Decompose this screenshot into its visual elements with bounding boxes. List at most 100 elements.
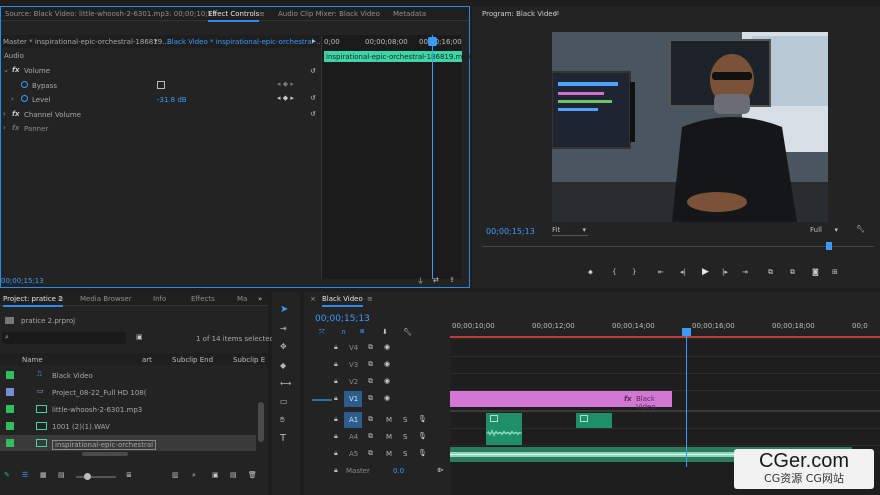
more-panels-icon[interactable]: » (258, 295, 262, 303)
list-view-icon[interactable]: ☰ (22, 471, 28, 479)
lock-icon[interactable]: 🔒︎ (334, 343, 338, 352)
eye-icon[interactable]: ◉ (384, 377, 390, 385)
tab-audio-clip-mixer[interactable]: Audio Clip Mixer: Black Video (278, 10, 380, 18)
sync-icon[interactable]: ⧉ (368, 360, 373, 369)
ripple-edit-icon[interactable]: ✥ (280, 343, 287, 351)
go-to-out-icon[interactable]: ⇥ (742, 268, 748, 276)
add-marker-icon[interactable]: ⬇ (382, 328, 388, 336)
lock-icon[interactable]: 🔒︎ (334, 415, 338, 424)
panel-menu-icon[interactable]: ≡ (554, 9, 560, 17)
sync-icon[interactable]: ⧉ (368, 415, 373, 424)
lock-icon[interactable]: 🔒︎ (334, 377, 338, 386)
expand-arrow-icon[interactable]: ▸ (312, 37, 316, 45)
effect-playhead-handle[interactable] (428, 37, 437, 46)
reset-icon[interactable]: ↺ (310, 110, 316, 118)
marker-icon[interactable]: ⬥ (588, 268, 593, 277)
tab-menu-icon[interactable]: ≡ (259, 10, 265, 18)
lock-icon[interactable]: 🔒︎ (334, 449, 338, 458)
tab-markers[interactable]: Ma (237, 295, 247, 303)
pen-icon[interactable]: ▭ (280, 398, 288, 406)
track-select-icon[interactable]: ⇥ (280, 325, 287, 333)
tab-media-browser[interactable]: Media Browser (80, 295, 132, 303)
new-bin-icon[interactable]: ▣ (212, 471, 219, 479)
selection-tool-icon[interactable]: ➤ (280, 305, 288, 315)
stopwatch-icon[interactable] (21, 95, 28, 102)
mark-in-icon[interactable]: { (612, 268, 616, 276)
mute-button[interactable]: M (386, 433, 392, 441)
list-item[interactable]: 1001 (2)(1).WAV (0, 418, 256, 434)
slip-icon[interactable]: ⟷ (280, 380, 291, 388)
timeline-settings-icon[interactable]: 🔧︎ (403, 328, 412, 336)
sync-icon[interactable]: ⧉ (368, 343, 373, 352)
sync-icon[interactable]: ⧉ (368, 449, 373, 458)
dropdown-icon[interactable]: ▾ (154, 37, 158, 45)
hand-icon[interactable]: ✋︎ (280, 416, 285, 424)
mark-out-icon[interactable]: } (632, 268, 636, 276)
project-hscrollbar[interactable] (82, 452, 128, 456)
effect-timecode[interactable]: 00;00;15;13 (1, 277, 44, 285)
track-a1[interactable]: 🔒︎ A1 ⧉ M S 🎙︎ (304, 412, 450, 428)
expand-chevron-icon[interactable]: › (3, 124, 6, 132)
solo-button[interactable]: S (403, 450, 407, 458)
video-clip[interactable]: fx Black Video (450, 391, 672, 411)
eye-icon[interactable]: ◉ (384, 343, 390, 351)
stopwatch-icon[interactable] (21, 81, 28, 88)
tab-effect-controls[interactable]: Effect Controls (208, 10, 260, 22)
panel-menu-icon[interactable]: ≡ (58, 295, 64, 303)
reset-icon[interactable]: ↺ (310, 67, 316, 75)
column-subclip-end[interactable]: Subclip End (172, 356, 213, 364)
lock-icon[interactable]: 🔒︎ (334, 394, 338, 403)
step-forward-icon[interactable]: |▸ (722, 268, 728, 276)
track-label[interactable]: V3 (349, 361, 358, 369)
track-label[interactable]: A1 (344, 412, 362, 428)
program-timecode[interactable]: 00;00;15;13 (486, 227, 535, 236)
go-to-in-icon[interactable]: ⇤ (658, 268, 664, 276)
keyframe-nav-icon[interactable]: ◂ ◆ ▸ (277, 94, 294, 102)
audio-clip[interactable] (576, 413, 612, 428)
track-label[interactable]: V1 (344, 391, 362, 407)
lock-icon[interactable]: 🔒︎ (334, 466, 338, 475)
expand-chevron-icon[interactable]: › (11, 95, 14, 103)
program-playhead-handle[interactable] (826, 242, 832, 250)
collapse-chevron-icon[interactable]: ⌄ (3, 66, 9, 74)
linked-select-icon[interactable]: ⧈ (360, 327, 364, 336)
camera-icon[interactable]: ◙ (812, 268, 819, 276)
new-item-icon[interactable]: ▤ (230, 471, 237, 479)
compare-icon[interactable]: ⊞ (832, 268, 838, 276)
project-search-input[interactable]: ⌕ (2, 332, 126, 344)
export-icon[interactable]: ⇪ (449, 276, 455, 284)
zoom-slider-knob[interactable] (84, 473, 91, 480)
panel-menu-icon[interactable]: ≡ (367, 295, 373, 303)
master-value[interactable]: 0.0 (393, 467, 404, 475)
track-v2[interactable]: 🔒︎ V2 ⧉ ◉ (304, 374, 450, 390)
lock-icon[interactable]: 🔒︎ (334, 360, 338, 369)
tab-effects[interactable]: Effects (191, 295, 215, 303)
column-start[interactable]: art (142, 356, 152, 364)
timeline-playhead-handle[interactable] (682, 328, 691, 336)
timeline-ruler[interactable]: 00;00;10;00 00;00;12;00 00;00;14;00 00;0… (450, 318, 880, 338)
zoom-slider[interactable] (76, 473, 116, 480)
column-name[interactable]: Name (22, 356, 43, 364)
master-clip-label[interactable]: Master * inspirational-epic-orchestral-1… (3, 38, 171, 46)
audio-clip[interactable] (486, 413, 522, 445)
sync-icon[interactable]: ⧉ (368, 432, 373, 441)
play-icon[interactable]: ▶ (702, 267, 709, 277)
settings-wrench-icon[interactable]: 🔧︎ (856, 225, 865, 233)
nest-icon[interactable]: ⤧ (319, 328, 325, 337)
sync-icon[interactable]: ⧉ (368, 377, 373, 386)
quality-dropdown[interactable]: Full ▾ (810, 226, 838, 236)
program-scrubber[interactable] (482, 246, 874, 247)
track-label[interactable]: A4 (349, 433, 358, 441)
work-area-bar[interactable] (450, 336, 880, 338)
effect-clip-bar[interactable]: inspirational-epic-orchestral-186819.mp3 (324, 51, 471, 62)
automate-icon[interactable]: ▥ (172, 471, 179, 479)
close-icon[interactable]: × (310, 295, 316, 303)
track-v3[interactable]: 🔒︎ V3 ⧉ ◉ (304, 357, 450, 373)
list-item[interactable]: ⎍ Black Video (0, 367, 256, 383)
go-to-end-icon[interactable]: ⧐ (437, 466, 444, 474)
loop-icon[interactable]: ⇄ (433, 276, 439, 284)
tab-metadata[interactable]: Metadata (393, 10, 426, 18)
list-item[interactable]: ▭ Project_08-22_Full HD 108( (0, 384, 256, 400)
effect-playhead[interactable] (432, 35, 433, 279)
mute-button[interactable]: M (386, 416, 392, 424)
